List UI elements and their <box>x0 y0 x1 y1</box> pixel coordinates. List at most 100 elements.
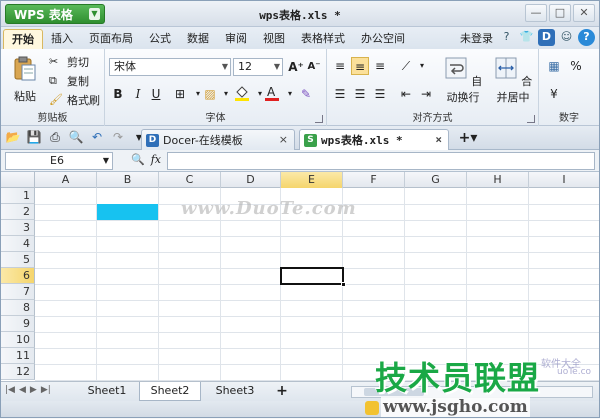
row-header-2[interactable]: 2 <box>1 204 35 220</box>
active-cell-e6[interactable] <box>280 267 346 287</box>
last-sheet-icon[interactable]: ▶| <box>41 385 51 395</box>
decrease-font-icon[interactable]: A⁻ <box>305 58 323 76</box>
column-header-b[interactable]: B <box>97 172 159 188</box>
font-color-icon[interactable]: A <box>263 85 281 103</box>
help-icon[interactable]: ? <box>578 29 595 46</box>
select-all-corner[interactable] <box>1 172 35 188</box>
close-button[interactable]: ✕ <box>573 4 595 22</box>
tab-insert[interactable]: 插入 <box>43 29 81 49</box>
wrap-text-button[interactable]: 自动换行 <box>439 55 487 105</box>
dialog-launcher-icon[interactable] <box>527 115 535 123</box>
format-painter-button[interactable]: 🖌 格式刷 <box>49 92 100 108</box>
row-header-5[interactable]: 5 <box>1 252 35 268</box>
align-top-icon[interactable]: ≡ <box>331 57 349 75</box>
tab-page-layout[interactable]: 页面布局 <box>81 29 141 49</box>
font-size-select[interactable]: 12 ▼ <box>233 58 283 76</box>
undo-icon[interactable]: ↶ <box>89 130 105 146</box>
align-center-icon[interactable]: ☰ <box>351 85 369 103</box>
dialog-launcher-icon[interactable] <box>315 115 323 123</box>
tab-table-styles[interactable]: 表格样式 <box>293 29 353 49</box>
column-header-g[interactable]: G <box>405 172 467 188</box>
row-header-12[interactable]: 12 <box>1 364 35 380</box>
first-sheet-icon[interactable]: |◀ <box>5 385 15 395</box>
paste-button[interactable]: 粘贴 <box>9 55 41 104</box>
new-tab-button[interactable]: +▾ <box>453 130 483 148</box>
zoom-icon[interactable]: 🔍 <box>131 153 145 166</box>
font-name-select[interactable]: 宋体 ▼ <box>109 58 231 76</box>
sheet-tab-sheet1[interactable]: Sheet1 <box>77 382 137 401</box>
spreadsheet-grid[interactable]: A B C D E F G H I 1 2 3 4 5 6 7 8 9 10 1… <box>1 172 599 381</box>
increase-font-icon[interactable]: A⁺ <box>287 58 305 76</box>
help-small-icon[interactable]: ? <box>498 29 515 46</box>
row-header-7[interactable]: 7 <box>1 284 35 300</box>
tab-data[interactable]: 数据 <box>179 29 217 49</box>
sheet-tab-sheet2[interactable]: Sheet2 <box>139 382 201 401</box>
fill-color-icon[interactable] <box>233 85 251 103</box>
fill-handle[interactable] <box>341 282 346 287</box>
d-icon[interactable]: D <box>538 29 555 46</box>
align-right-icon[interactable]: ☰ <box>371 85 389 103</box>
accounting-icon[interactable]: ¥ <box>545 85 563 103</box>
column-header-a[interactable]: A <box>35 172 97 188</box>
login-status[interactable]: 未登录 <box>460 30 493 46</box>
chevron-down-icon[interactable]: ▾ <box>413 57 431 75</box>
align-bottom-icon[interactable]: ≡ <box>371 57 389 75</box>
close-icon[interactable]: × <box>435 133 442 146</box>
minimize-button[interactable]: — <box>525 4 547 22</box>
tab-formulas[interactable]: 公式 <box>141 29 179 49</box>
formula-input[interactable] <box>167 152 595 170</box>
number-format-icon[interactable]: ▦ <box>545 57 563 75</box>
percent-button[interactable]: % <box>567 57 585 75</box>
copy-button[interactable]: ⧉ 复制 <box>49 73 89 89</box>
column-header-c[interactable]: C <box>159 172 221 188</box>
add-sheet-icon[interactable]: + <box>271 382 293 401</box>
row-header-6[interactable]: 6 <box>1 268 35 284</box>
underline-button[interactable]: U <box>147 85 165 103</box>
row-header-4[interactable]: 4 <box>1 236 35 252</box>
close-icon[interactable]: × <box>279 133 288 146</box>
row-header-9[interactable]: 9 <box>1 316 35 332</box>
save-icon[interactable]: 💾 <box>26 130 42 146</box>
merge-center-button[interactable]: 合并居中 <box>489 55 537 105</box>
column-header-i[interactable]: I <box>529 172 599 188</box>
doc-tab-wps-xls[interactable]: S wps表格.xls * × <box>299 129 449 150</box>
user-icon[interactable]: ☺ <box>558 29 575 46</box>
borders-icon[interactable]: ⊞ <box>171 85 189 103</box>
row-header-8[interactable]: 8 <box>1 300 35 316</box>
tab-review[interactable]: 审阅 <box>217 29 255 49</box>
tab-office-space[interactable]: 办公空间 <box>353 29 413 49</box>
column-header-e[interactable]: E <box>281 172 343 188</box>
name-box[interactable]: E6 ▼ <box>5 152 113 170</box>
function-icon[interactable]: fx <box>151 153 161 166</box>
tab-view[interactable]: 视图 <box>255 29 293 49</box>
column-header-d[interactable]: D <box>221 172 281 188</box>
bold-button[interactable]: B <box>109 85 127 103</box>
doc-tab-docer[interactable]: D Docer-在线模板 × <box>141 129 295 150</box>
row-header-3[interactable]: 3 <box>1 220 35 236</box>
increase-indent-icon[interactable]: ⇥ <box>417 85 435 103</box>
row-header-1[interactable]: 1 <box>1 188 35 204</box>
open-folder-icon[interactable]: 📂 <box>5 130 21 146</box>
align-left-icon[interactable]: ☰ <box>331 85 349 103</box>
cut-button[interactable]: ✂ 剪切 <box>49 54 89 70</box>
shirt-icon[interactable]: 👕 <box>518 29 535 46</box>
cell-b2-filled[interactable] <box>97 204 158 220</box>
clear-format-icon[interactable]: ✎ <box>297 85 315 103</box>
sheet-tab-sheet3[interactable]: Sheet3 <box>205 382 265 401</box>
row-header-10[interactable]: 10 <box>1 332 35 348</box>
align-middle-icon[interactable]: ≡ <box>351 57 369 75</box>
tab-home[interactable]: 开始 <box>3 29 43 49</box>
row-header-11[interactable]: 11 <box>1 348 35 364</box>
redo-icon[interactable]: ↷ <box>110 130 126 146</box>
wps-menu-button[interactable]: WPS 表格 ▼ <box>5 4 105 24</box>
print-preview-icon[interactable]: 🔍 <box>68 130 84 146</box>
column-header-f[interactable]: F <box>343 172 405 188</box>
next-sheet-icon[interactable]: ▶ <box>30 385 37 395</box>
clipboard-group-label: 剪贴板 <box>37 113 68 124</box>
column-header-h[interactable]: H <box>467 172 529 188</box>
decrease-indent-icon[interactable]: ⇤ <box>397 85 415 103</box>
prev-sheet-icon[interactable]: ◀ <box>19 385 26 395</box>
print-icon[interactable]: ⎙ <box>47 130 63 146</box>
italic-button[interactable]: I <box>129 85 147 103</box>
maximize-button[interactable]: □ <box>549 4 571 22</box>
